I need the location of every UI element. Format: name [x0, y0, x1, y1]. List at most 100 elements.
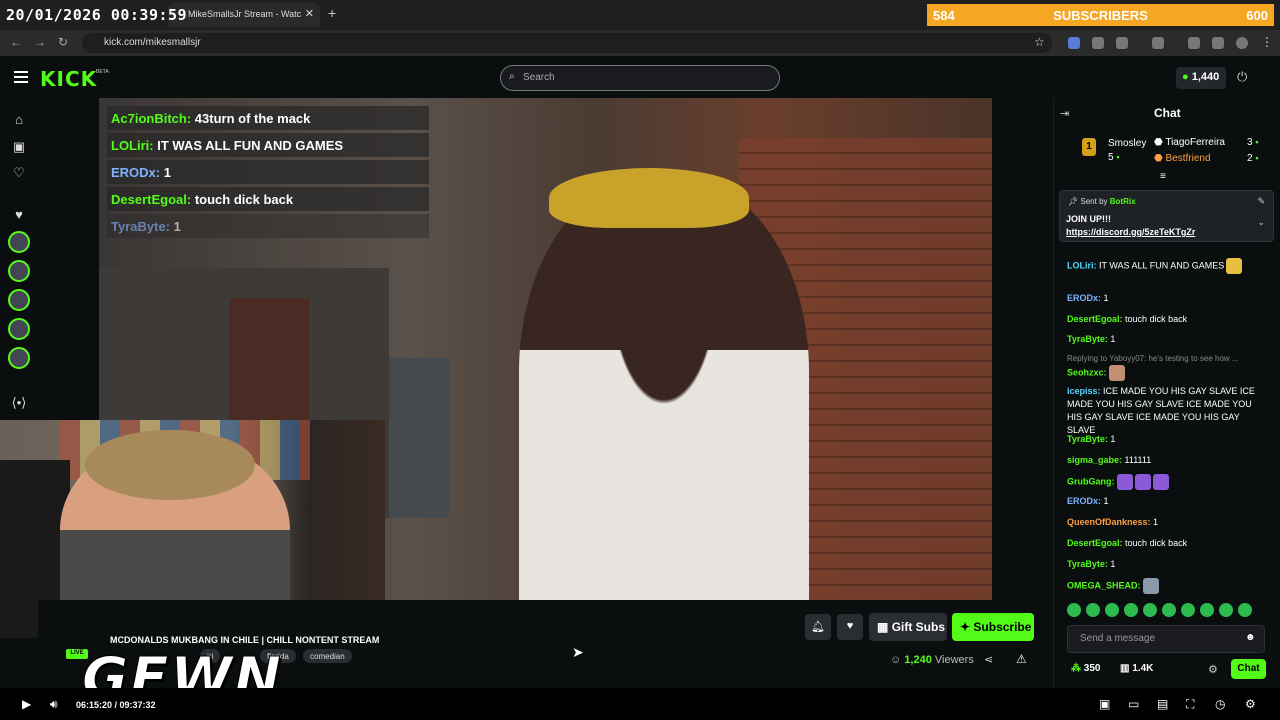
- video-scene-fridge: [389, 358, 449, 518]
- kick-logo[interactable]: KICK: [40, 67, 97, 91]
- home-icon[interactable]: ⌂: [11, 112, 27, 127]
- quick-emote[interactable]: [1143, 603, 1157, 617]
- followed-channel-avatar[interactable]: [8, 318, 30, 340]
- extensions-puzzle-icon[interactable]: [1116, 37, 1128, 49]
- subscriber-goal-bar: 584 SUBSCRIBERS 600: [927, 4, 1274, 26]
- url-text: kick.com/mikesmallsjr: [104, 37, 201, 48]
- chat-message: TyraByte: 1: [1067, 559, 1116, 569]
- leaderboard-count: 3 ▪: [1247, 137, 1259, 148]
- chevron-down-icon[interactable]: ⌄: [1257, 217, 1265, 228]
- play-icon[interactable]: ▶: [22, 697, 31, 711]
- follow-heart-button[interactable]: ♥: [837, 614, 863, 640]
- share-icon[interactable]: ⋖: [984, 653, 993, 666]
- chat-message-input[interactable]: Send a message: [1067, 625, 1265, 653]
- clip-icon[interactable]: ▤: [1157, 697, 1168, 711]
- chat-message: DesertEgoal: touch dick back: [1067, 538, 1188, 548]
- close-tab-icon[interactable]: ✕: [305, 7, 314, 20]
- webcam-hair: [85, 430, 255, 500]
- sidepanel-icon[interactable]: [1152, 37, 1164, 49]
- browse-icon[interactable]: ▣: [11, 139, 27, 155]
- playback-speed-icon[interactable]: ◷: [1215, 697, 1225, 711]
- emoji-picker-icon[interactable]: ☻: [1245, 632, 1256, 643]
- volume-icon[interactable]: 🔊︎: [50, 697, 58, 712]
- collapse-chat-icon[interactable]: ⇥: [1060, 107, 1069, 120]
- quick-emote[interactable]: [1105, 603, 1119, 617]
- kicks-balance-button[interactable]: ● 1,440: [1176, 67, 1226, 89]
- theater-mode-icon[interactable]: ▭: [1128, 697, 1139, 711]
- url-field[interactable]: kick.com/mikesmallsjr: [82, 33, 1052, 53]
- stream-tag[interactable]: comedian: [303, 649, 352, 663]
- settings-gear-icon[interactable]: ⚙: [1245, 697, 1256, 711]
- followed-channel-avatar[interactable]: [8, 289, 30, 311]
- extension-icon[interactable]: [1092, 37, 1104, 49]
- media-icon[interactable]: [1212, 37, 1224, 49]
- search-input[interactable]: ⌕ Search: [500, 65, 780, 91]
- extension-icon[interactable]: [1068, 37, 1080, 49]
- emote-icon: [1134, 474, 1151, 490]
- gift-subs-button[interactable]: ▦ Gift Subs: [869, 613, 947, 641]
- channel-points[interactable]: ⁂ 350: [1071, 663, 1100, 674]
- quick-emote[interactable]: [1086, 603, 1100, 617]
- overlay-chat-line: LOLiri: IT WAS ALL FUN AND GAMES: [107, 133, 429, 157]
- emote-icon: [1108, 365, 1125, 381]
- back-icon[interactable]: ←: [10, 35, 22, 49]
- browser-tab[interactable]: MikeSmallsJr Stream - Watc ✕: [168, 3, 320, 27]
- overlay-chat-line: TyraByte: 1: [107, 214, 429, 238]
- chat-reply-context: Replying to Yaboyy07: he's testing to se…: [1067, 354, 1239, 363]
- followed-channel-avatar[interactable]: [8, 231, 30, 253]
- quick-emote[interactable]: [1162, 603, 1176, 617]
- leaderboard-entry[interactable]: ⬣ Bestfriend: [1154, 153, 1211, 164]
- chat-settings-icon[interactable]: ⚙: [1208, 663, 1218, 676]
- emote-icon: [1142, 578, 1159, 594]
- chat-message: DesertEgoal: touch dick back: [1067, 314, 1188, 324]
- subscriber-current: 584: [933, 7, 955, 23]
- recommended-icon[interactable]: ⟨•⟩: [11, 395, 27, 411]
- subscribe-button[interactable]: ✦ Subscribe: [952, 613, 1034, 641]
- leaderboard-name[interactable]: Smosley: [1108, 138, 1146, 149]
- chat-message: ERODx: 1: [1067, 496, 1109, 506]
- quick-emote[interactable]: [1067, 603, 1081, 617]
- miniplayer-icon[interactable]: ▣: [1099, 697, 1110, 711]
- quick-emote[interactable]: [1200, 603, 1214, 617]
- leaderboard-entry[interactable]: ⬣ TiagoFerreira: [1154, 137, 1225, 148]
- expand-leaderboard-icon[interactable]: ≡: [1160, 171, 1166, 182]
- chat-message: Seohzxc:: [1067, 365, 1267, 381]
- gift-leaderboard: 1 Smosley 5 ▪ ⬣ TiagoFerreira 3 ▪ ⬣ Best…: [1082, 134, 1262, 168]
- viewer-count: ☺ 1,240 Viewers: [890, 654, 974, 666]
- reload-icon[interactable]: ↻: [58, 35, 68, 49]
- chat-message: sigma_gabe: 111111: [1067, 455, 1152, 465]
- quick-emote[interactable]: [1238, 603, 1252, 617]
- notification-bell-button[interactable]: 🔔︎: [805, 614, 831, 640]
- quick-emote[interactable]: [1219, 603, 1233, 617]
- forward-icon[interactable]: →: [34, 35, 46, 49]
- report-icon[interactable]: ⚠: [1016, 652, 1027, 666]
- overlay-chat-line: Ac7ionBitch: 43turn of the mack: [107, 106, 429, 130]
- unpin-icon[interactable]: ✎: [1257, 196, 1265, 207]
- video-streamer: [519, 178, 809, 600]
- stream-title: MCDONALDS MUKBANG IN CHILE | CHILL NONTE…: [110, 635, 380, 645]
- chat-message: icepiss: ICE MADE YOU HIS GAY SLAVE ICE …: [1067, 386, 1255, 435]
- download-icon[interactable]: [1188, 37, 1200, 49]
- following-icon[interactable]: ♡: [11, 165, 27, 181]
- new-tab-icon[interactable]: +: [328, 5, 336, 21]
- followed-channel-avatar[interactable]: [8, 260, 30, 282]
- gift-icon: ▦: [877, 620, 889, 634]
- pinned-message[interactable]: 📌︎ Sent by BotRix JOIN UP!!! https://dis…: [1059, 190, 1274, 242]
- chat-message: TyraByte: 1: [1067, 334, 1116, 344]
- subscriber-goal: 600: [1246, 7, 1268, 23]
- quick-emote[interactable]: [1181, 603, 1195, 617]
- subscriber-label: SUBSCRIBERS: [1053, 7, 1148, 23]
- followed-channel-avatar[interactable]: [8, 347, 30, 369]
- hamburger-menu-icon[interactable]: [14, 71, 28, 83]
- store-button[interactable]: ▥ 1.4K: [1120, 663, 1153, 674]
- quick-emote[interactable]: [1124, 603, 1138, 617]
- profile-avatar[interactable]: [1236, 37, 1248, 49]
- search-placeholder: Search: [523, 72, 555, 83]
- chat-send-button[interactable]: Chat: [1231, 659, 1266, 679]
- user-menu-icon[interactable]: ⏻: [1237, 69, 1247, 85]
- bookmark-star-icon[interactable]: ☆: [1034, 35, 1045, 49]
- chat-message: QueenOfDankness: 1: [1067, 517, 1159, 527]
- browser-menu-icon[interactable]: ⋮: [1261, 35, 1273, 49]
- fullscreen-icon[interactable]: ⛶: [1186, 697, 1194, 712]
- pinned-link[interactable]: https://discord.gg/5zeTeKTgZr: [1066, 227, 1195, 237]
